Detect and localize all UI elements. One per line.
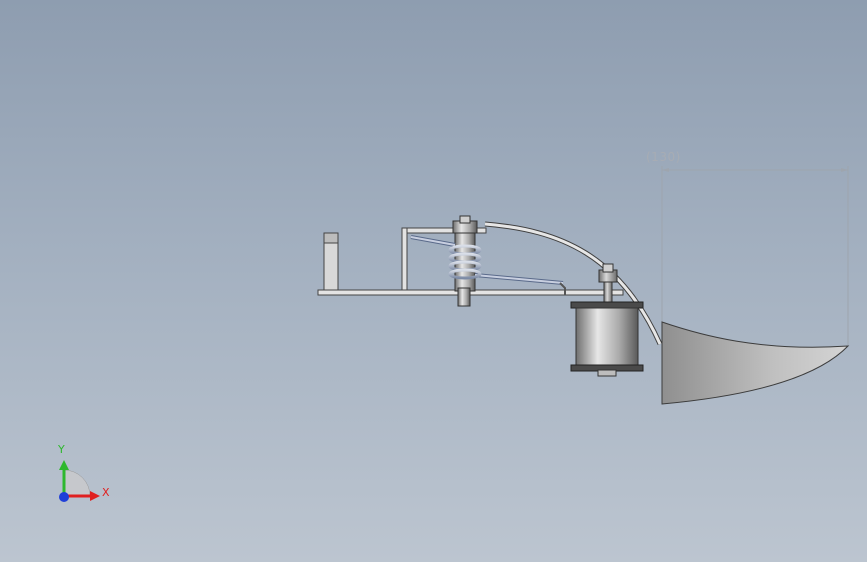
model-drawing[interactable] [0, 0, 867, 562]
blade-part[interactable] [661, 321, 850, 405]
dimension-annotation[interactable] [661, 166, 849, 345]
dimension-value-label[interactable]: (130) [646, 150, 681, 164]
coordinate-triad [59, 460, 100, 502]
roller-assembly[interactable] [570, 263, 644, 377]
triad-x-label: X [102, 486, 110, 499]
cad-graphics-area[interactable]: (130) Y X [0, 0, 867, 562]
triad-y-label: Y [58, 443, 65, 456]
